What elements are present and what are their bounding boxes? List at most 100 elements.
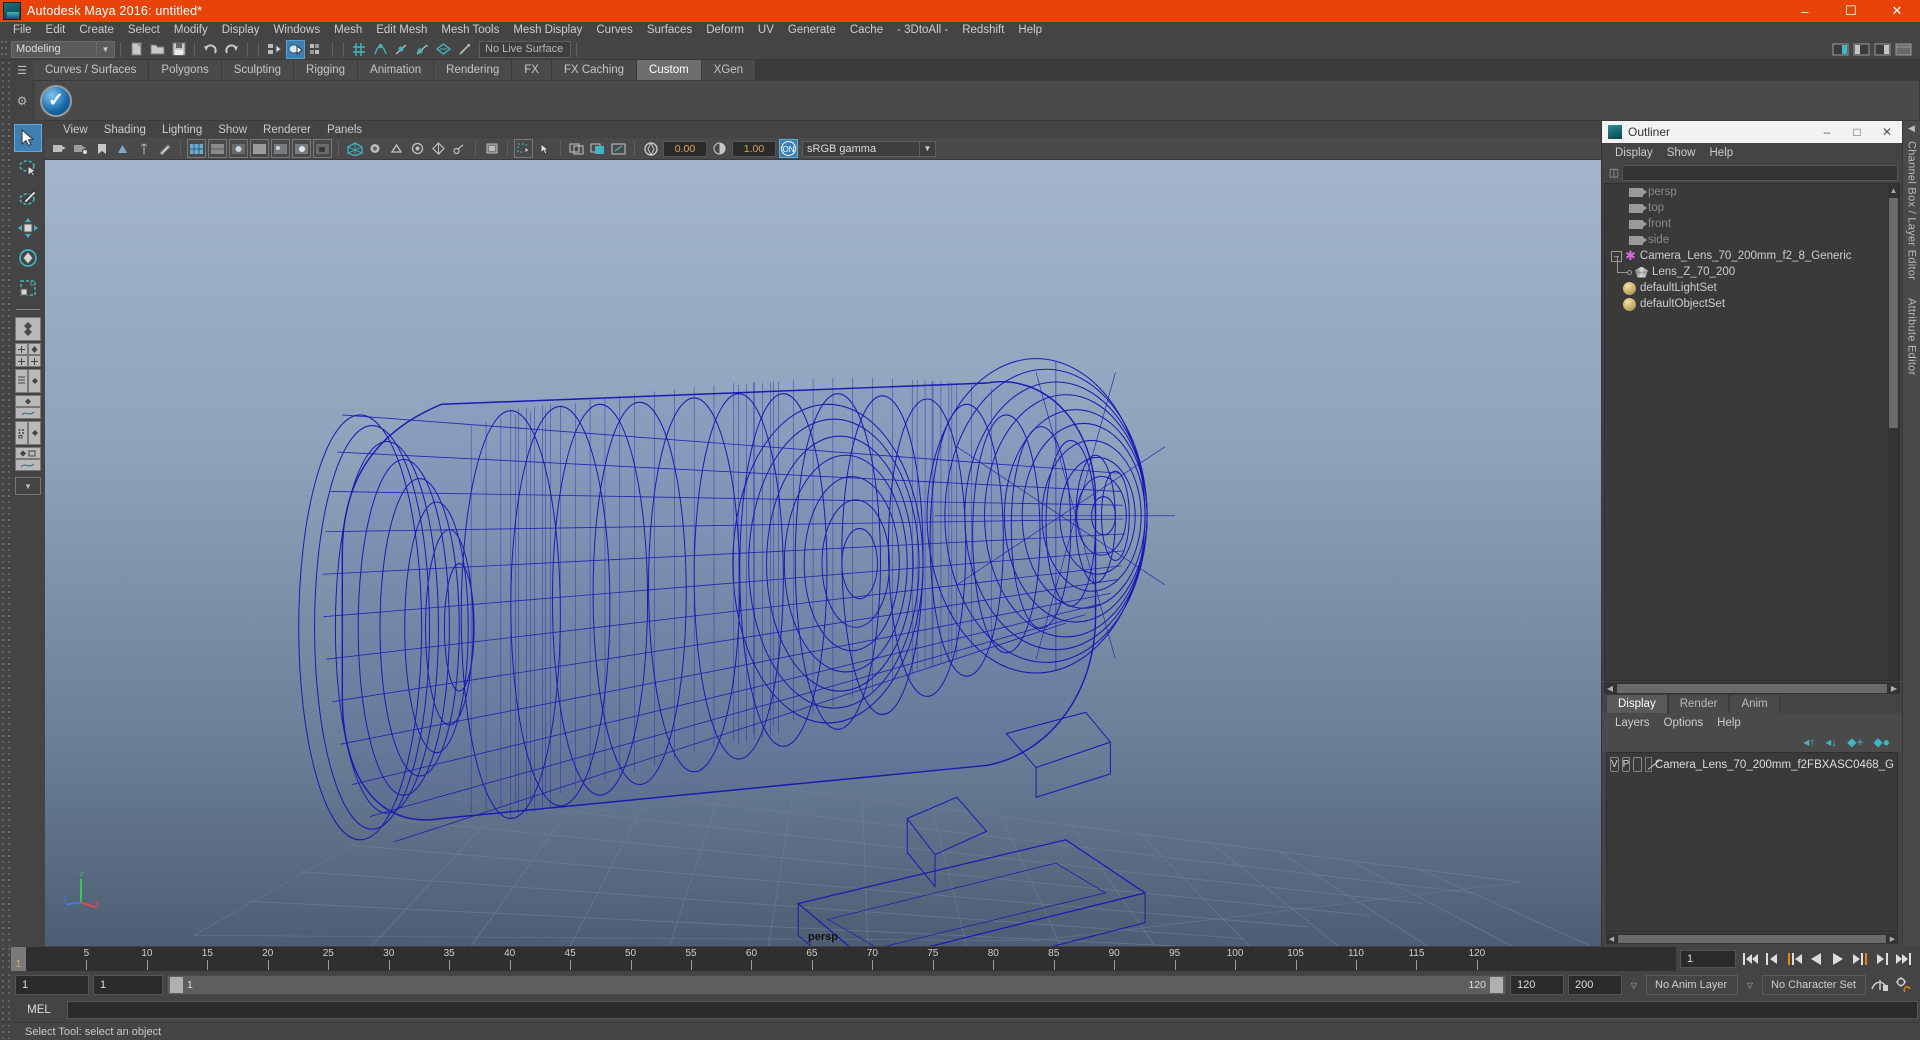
minimize-button[interactable]: – — [1782, 0, 1828, 22]
anim-layer-chevron-down-icon[interactable]: ▽ — [1626, 975, 1642, 995]
range-left-handle[interactable] — [170, 977, 183, 993]
menu-item-mesh-tools[interactable]: Mesh Tools — [434, 22, 506, 39]
playback-start-time-field[interactable]: 1 — [93, 975, 163, 995]
tab-render-layers[interactable]: Render — [1667, 694, 1730, 713]
step-back-frame-icon[interactable] — [1784, 949, 1804, 969]
xray-mode-icon[interactable] — [429, 139, 448, 158]
color-transform-dropdown[interactable]: sRGB gamma — [802, 140, 920, 157]
toggle-panel-layout-2-icon[interactable] — [588, 139, 607, 158]
viewport-menu-shading[interactable]: Shading — [96, 124, 154, 136]
menu-item-edit-mesh[interactable]: Edit Mesh — [369, 22, 434, 39]
layer-list-horizontal-scrollbar[interactable]: ◀ ▶ — [1606, 933, 1898, 944]
tab-display-layers[interactable]: Display — [1606, 694, 1668, 713]
hypershade-pane-icon[interactable] — [15, 421, 28, 445]
current-frame-field[interactable]: 1 — [1680, 950, 1736, 968]
select-by-hierarchy-icon[interactable] — [265, 40, 284, 59]
shelf-tab-fx[interactable]: FX — [512, 60, 552, 80]
outliner-tree[interactable]: persp top front side – — [1604, 183, 1900, 681]
hypershade-persp-layout-icon[interactable] — [15, 421, 41, 445]
scroll-right-arrow-icon[interactable]: ▶ — [1887, 935, 1898, 943]
dock-tab-channel-box[interactable]: Channel Box / Layer Editor — [1906, 135, 1918, 286]
persp-graph-outliner-layout-icon[interactable] — [15, 447, 41, 471]
menu-item-deform[interactable]: Deform — [699, 22, 751, 39]
outliner-minimize-button[interactable]: – — [1812, 121, 1842, 143]
command-line-drag-handle[interactable] — [0, 998, 11, 1022]
outliner-maximize-button[interactable]: □ — [1842, 121, 1872, 143]
scroll-left-arrow-icon[interactable]: ◀ — [1606, 935, 1617, 943]
isolate-select-cursor-icon[interactable] — [535, 139, 554, 158]
depth-of-field-icon[interactable] — [408, 139, 427, 158]
multisample-antialiasing-icon[interactable] — [387, 139, 406, 158]
show-hide-attribute-editor-icon[interactable] — [1831, 40, 1850, 59]
viewport-menu-renderer[interactable]: Renderer — [255, 124, 319, 136]
menu-item-help[interactable]: Help — [1011, 22, 1049, 39]
time-slider[interactable]: 1 5 10 15 20 25 30 35 40 45 50 55 60 65 70 75 80 85 90 95 1… — [11, 947, 1676, 971]
viewport-menu-show[interactable]: Show — [210, 124, 255, 136]
perspective-pane-icon[interactable] — [15, 395, 41, 407]
time-slider-drag-handle[interactable] — [0, 946, 11, 972]
menu-item-edit[interactable]: Edit — [39, 22, 73, 39]
show-hide-channel-box-icon[interactable] — [1873, 40, 1892, 59]
shelf-tab-rendering[interactable]: Rendering — [434, 60, 513, 80]
outliner-item-persp[interactable]: persp — [1605, 184, 1899, 200]
outliner-horizontal-scrollbar[interactable]: ◀ ▶ — [1604, 682, 1900, 694]
menu-item-generate[interactable]: Generate — [781, 22, 843, 39]
render-region-icon[interactable] — [609, 139, 628, 158]
snap-to-curve-icon[interactable] — [371, 40, 390, 59]
filter-icon[interactable]: ◫ — [1606, 165, 1622, 181]
layer-display-type-toggle[interactable] — [1633, 757, 1642, 772]
bookmarks-icon[interactable] — [92, 139, 111, 158]
gamma-contrast-icon[interactable] — [710, 139, 729, 158]
outliner-item-lens-z-70-200[interactable]: Lens_Z_70_200 — [1605, 256, 1899, 280]
grease-pencil-icon[interactable] — [155, 139, 174, 158]
create-layer-from-selected-icon[interactable]: ◆● — [1874, 735, 1890, 749]
toggle-panel-layout-icon[interactable] — [567, 139, 586, 158]
move-tool-icon[interactable] — [14, 214, 42, 242]
layer-color-swatch[interactable] — [1644, 757, 1652, 772]
perspective-graph-pane-icon[interactable] — [15, 447, 41, 459]
undo-icon[interactable] — [201, 40, 220, 59]
menu-item-curves[interactable]: Curves — [589, 22, 639, 39]
outliner-menu-display[interactable]: Display — [1608, 147, 1660, 159]
maximize-button[interactable]: ☐ — [1828, 0, 1874, 22]
live-surface-field[interactable]: No Live Surface — [479, 40, 571, 58]
layer-playback-toggle[interactable]: P — [1621, 757, 1631, 772]
select-tool-icon[interactable] — [14, 124, 42, 152]
smooth-shade-with-wireframe-icon[interactable] — [229, 139, 248, 158]
menu-item-mesh-display[interactable]: Mesh Display — [506, 22, 589, 39]
menu-set-selector[interactable]: Modeling — [11, 40, 97, 58]
perspective-pane-icon[interactable] — [28, 421, 41, 445]
perspective-pane-icon[interactable] — [28, 369, 41, 393]
graph-editor-pane-icon[interactable] — [15, 459, 41, 471]
layer-menu-help[interactable]: Help — [1710, 717, 1748, 729]
motion-blur-icon[interactable] — [366, 139, 385, 158]
lasso-tool-icon[interactable] — [14, 154, 42, 182]
menu-item-surfaces[interactable]: Surfaces — [640, 22, 699, 39]
screen-space-ambient-occlusion-icon[interactable] — [345, 139, 364, 158]
scroll-up-arrow-icon[interactable]: ▲ — [1888, 184, 1899, 196]
exposure-field[interactable]: 0.00 — [663, 140, 707, 157]
color-transform-chevron-down-icon[interactable]: ▼ — [920, 140, 936, 157]
current-time-indicator[interactable]: 1 — [11, 947, 26, 971]
wireframe-shading-icon[interactable] — [187, 139, 206, 158]
new-scene-icon[interactable] — [127, 40, 146, 59]
outliner-pane-icon[interactable] — [15, 369, 28, 393]
color-management-toggle-icon[interactable]: ON — [779, 139, 798, 158]
camera-aperture-icon[interactable] — [641, 139, 660, 158]
paint-selection-tool-icon[interactable] — [14, 184, 42, 212]
shelf-tab-curves-surfaces[interactable]: Curves / Surfaces — [33, 60, 150, 80]
select-camera-icon[interactable] — [50, 139, 69, 158]
viewport-menu-lighting[interactable]: Lighting — [154, 124, 210, 136]
menu-item-create[interactable]: Create — [72, 22, 121, 39]
play-backwards-icon[interactable] — [1806, 949, 1826, 969]
range-right-handle[interactable] — [1490, 977, 1503, 993]
two-pane-view-icon[interactable] — [15, 355, 28, 367]
shelf-tab-animation[interactable]: Animation — [358, 60, 435, 80]
outliner-vertical-scrollbar[interactable]: ▲ — [1888, 184, 1899, 680]
make-live-icon[interactable] — [455, 40, 474, 59]
shelf-tab-custom[interactable]: Custom — [637, 60, 702, 80]
animation-start-time-field[interactable]: 1 — [15, 975, 89, 995]
camera-attributes-icon[interactable] — [71, 139, 90, 158]
two-d-pan-zoom-icon[interactable] — [134, 139, 153, 158]
save-scene-icon[interactable] — [169, 40, 188, 59]
